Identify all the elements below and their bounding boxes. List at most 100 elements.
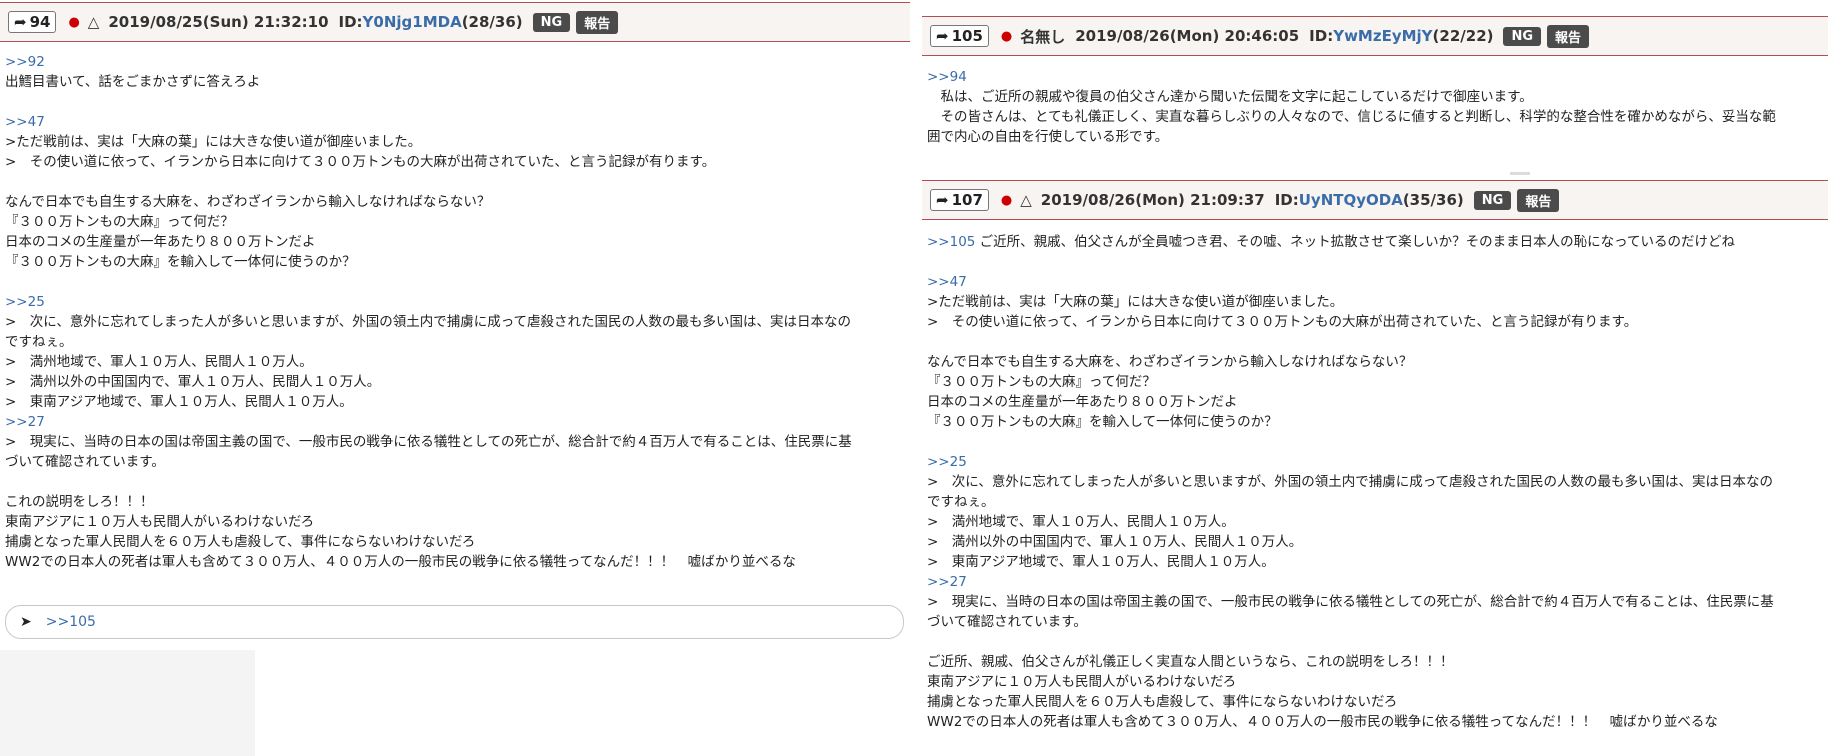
post-line: ですねぇ。 [5, 334, 73, 350]
post-line: なんで日本でも自生する大麻を、わざわざイランから輸入しなければならない？ [927, 354, 1413, 370]
post-body-107: >>105 ご近所、親戚、伯父さんが全員嘘つき君、その嘘、ネット拡散させて楽しい… [927, 232, 1828, 732]
post-line: 出鱈目書いて、話をごまかさずに答えろよ [5, 74, 261, 90]
post-line: > 現実に、当時の日本の国は帝国主義の国で、一般市民の戦争に依る犠牲としての死亡… [927, 594, 1774, 610]
post-line: 東南アジアに１０万人も民間人がいるわけないだろ [5, 514, 315, 530]
post-line: > 現実に、当時の日本の国は帝国主義の国で、一般市民の戦争に依る犠牲としての死亡… [5, 434, 852, 450]
post-line: 『３００万トンもの大麻』って何だ？ [927, 374, 1156, 390]
post-line: 『３００万トンもの大麻』を輸入して一体何に使うのか？ [5, 254, 356, 270]
post-body: >>92 出鱈目書いて、話をごまかさずに答えろよ >>47 >ただ戦前は、実は「大麻の… [5, 52, 910, 572]
report-button[interactable]: 報告 [1547, 24, 1590, 48]
post-number: 105 [951, 27, 983, 45]
post-line: 私は、ご近所の親戚や復員の伯父さん達から聞いた伝聞を文字に起こしているだけで御座… [927, 89, 1533, 105]
reply-input[interactable] [43, 613, 848, 631]
post-line: ですねぇ。 [927, 494, 995, 510]
ng-button[interactable]: NG [532, 12, 571, 32]
post-number: 94 [29, 13, 51, 31]
triangle-icon: △ [1020, 191, 1032, 209]
post-number-button[interactable]: ➦ 94 [8, 11, 57, 33]
post-line: なんで日本でも自生する大麻を、わざわざイランから輸入しなければならない？ [5, 194, 491, 210]
id-label: ID: [338, 13, 363, 31]
post-line: >ただ戦前は、実は「大麻の葉」には大きな使い道が御座いました。 [5, 134, 422, 150]
post-number-button[interactable]: ➦ 105 [930, 25, 989, 47]
reply-arrow-icon: ➦ [936, 27, 949, 45]
post-line: > 東南アジア地域で、軍人１０万人、民間人１０万人。 [5, 394, 353, 410]
post-count: (35/36) [1402, 191, 1464, 209]
quote-link[interactable]: >>27 [5, 412, 910, 432]
post-text: ご近所、親戚、伯父さんが全員嘘つき君、その嘘、ネット拡散させて楽しいか？そのまま… [975, 234, 1736, 250]
report-button[interactable]: 報告 [1517, 188, 1560, 212]
post-line: その皆さんは、とても礼儀正しく、実直な暮らしぶりの人々なので、信じるに値すると判… [927, 109, 1776, 125]
post-line: 囲で内心の自由を行使している形です。 [927, 129, 1169, 145]
post-line: WW2での日本人の死者は軍人も含めて３００万人、４００万人の一般市民の戦争に依る… [5, 554, 796, 570]
post-date: 2019/08/25(Sun) 21:32:10 [108, 13, 329, 31]
post-line: づいて確認されています。 [5, 454, 165, 470]
post-line: 日本のコメの生産量が一年あたり８００万トンだよ [5, 234, 316, 250]
post-line: ご近所、親戚、伯父さんが礼儀正しく実直な人間というなら、これの説明をしろ！！！ [927, 654, 1454, 670]
post-line: > 満州以外の中国国内で、軍人１０万人、民間人１０万人。 [5, 374, 381, 390]
post-line: 日本のコメの生産量が一年あたり８００万トンだよ [927, 394, 1238, 410]
post-line: > 満州地域で、軍人１０万人、民間人１０万人。 [927, 514, 1235, 530]
post-date: 2019/08/26(Mon) 20:46:05 [1075, 27, 1300, 45]
post-header-107: ➦ 107 ● △ 2019/08/26(Mon) 21:09:37 ID: U… [922, 180, 1828, 220]
post-header: ➦ 94 ● △ 2019/08/25(Sun) 21:32:10 ID: Y0… [0, 2, 910, 42]
user-id-link[interactable]: UyNTQyODA [1299, 191, 1403, 209]
ng-button[interactable]: NG [1503, 26, 1542, 46]
send-icon[interactable]: ➤ [20, 614, 32, 630]
post-line: > 次に、意外に忘れてしまった人が多いと思いますが、外国の領土内で捕虜に成って虐… [5, 314, 852, 330]
poster-name: 名無し [1020, 27, 1066, 46]
reply-arrow-icon: ➦ [14, 13, 27, 31]
status-dot-icon: ● [1000, 192, 1013, 208]
post-line: 捕虜となった軍人民間人を６０万人も虐殺して、事件にならないわけないだろ [927, 694, 1398, 710]
reply-arrow-icon: ➦ [936, 191, 949, 209]
triangle-icon: △ [87, 13, 100, 31]
quote-link[interactable]: >>94 [927, 67, 1828, 87]
quote-link[interactable]: >>47 [927, 272, 1828, 292]
post-header-105: ➦ 105 ● 名無し 2019/08/26(Mon) 20:46:05 ID:… [922, 16, 1828, 56]
report-button[interactable]: 報告 [576, 10, 619, 34]
user-id-link[interactable]: Y0Njg1MDA [363, 13, 462, 31]
post-number-button[interactable]: ➦ 107 [930, 189, 989, 211]
ng-button[interactable]: NG [1473, 190, 1512, 210]
post-line: > その使い道に依って、イランから日本に向けて３００万トンもの大麻が出荷されてい… [927, 314, 1638, 330]
post-line: づいて確認されています。 [927, 614, 1087, 630]
status-dot-icon: ● [1000, 28, 1013, 44]
post-line: > 東南アジア地域で、軍人１０万人、民間人１０万人。 [927, 554, 1275, 570]
post-body-105: >>94 私は、ご近所の親戚や復員の伯父さん達から聞いた伝聞を文字に起こしている… [927, 67, 1828, 147]
user-id-link[interactable]: YwMzEyMjY [1333, 27, 1432, 45]
scrollbar-thumb[interactable] [1510, 172, 1530, 175]
post-line: > その使い道に依って、イランから日本に向けて３００万トンもの大麻が出荷されてい… [5, 154, 716, 170]
post-count: (28/36) [461, 13, 523, 31]
post-line: 『３００万トンもの大麻』って何だ？ [5, 214, 234, 230]
post-line: これの説明をしろ！！！ [5, 494, 154, 510]
post-line: WW2での日本人の死者は軍人も含めて３００万人、４００万人の一般市民の戦争に依る… [927, 714, 1718, 730]
post-line: > 満州以外の中国国内で、軍人１０万人、民間人１０万人。 [927, 534, 1303, 550]
id-label: ID: [1274, 191, 1299, 209]
post-line: >>105 ご近所、親戚、伯父さんが全員嘘つき君、その嘘、ネット拡散させて楽しい… [927, 232, 1828, 252]
quote-link[interactable]: >>25 [5, 292, 910, 312]
status-dot-icon: ● [68, 14, 80, 30]
quote-link[interactable]: >>47 [5, 112, 910, 132]
post-line: > 次に、意外に忘れてしまった人が多いと思いますが、外国の領土内で捕虜に成って虐… [927, 474, 1774, 490]
reply-box: ➤ [5, 605, 904, 639]
post-line: 東南アジアに１０万人も民間人がいるわけないだろ [927, 674, 1237, 690]
post-line: 捕虜となった軍人民間人を６０万人も虐殺して、事件にならないわけないだろ [5, 534, 476, 550]
post-line: > 満州地域で、軍人１０万人、民間人１０万人。 [5, 354, 313, 370]
quote-link[interactable]: >>105 [927, 234, 975, 250]
id-label: ID: [1309, 27, 1334, 45]
post-line: >ただ戦前は、実は「大麻の葉」には大きな使い道が御座いました。 [927, 294, 1344, 310]
quote-link[interactable]: >>25 [927, 452, 1828, 472]
empty-area [0, 650, 255, 756]
quote-link[interactable]: >>92 [5, 52, 910, 72]
quote-link[interactable]: >>27 [927, 572, 1828, 592]
post-line: 『３００万トンもの大麻』を輸入して一体何に使うのか？ [927, 414, 1278, 430]
post-number: 107 [951, 191, 983, 209]
post-count: (22/22) [1432, 27, 1494, 45]
